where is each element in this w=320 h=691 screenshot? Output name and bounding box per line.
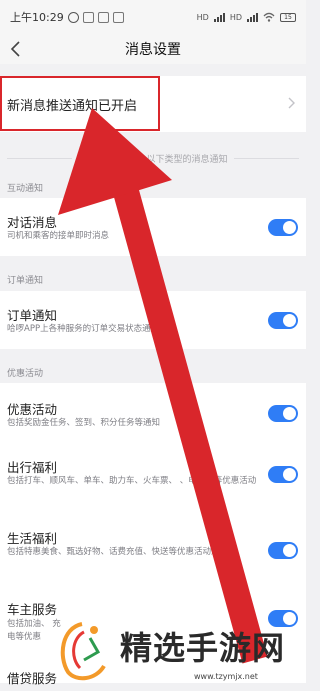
app-icon bbox=[97, 11, 109, 23]
order-toggle[interactable] bbox=[268, 312, 298, 329]
battery-icon: 15 bbox=[280, 12, 296, 22]
setting-row-chat: 对话消息 司机和乘客的接单即时消息 bbox=[0, 198, 306, 256]
page-title: 消息设置 bbox=[125, 42, 181, 58]
watermark-text: 精选手游网 bbox=[120, 628, 286, 667]
nav-bar: 消息设置 bbox=[0, 34, 306, 64]
setting-desc: 包括打车、顺风车、单车、助力车、火车票、 、电动车等优惠活动 bbox=[7, 476, 257, 486]
setting-desc: 哈啰APP上各种服务的订单交易状态通知 bbox=[7, 324, 160, 334]
chat-toggle[interactable] bbox=[268, 219, 298, 236]
promo-toggle[interactable] bbox=[268, 405, 298, 422]
setting-title: 生活福利 bbox=[7, 531, 58, 546]
section-tip-text-left: 您可 bbox=[78, 154, 97, 165]
watermark-url: www.tzymjx.net bbox=[194, 672, 258, 681]
signal-icon bbox=[247, 12, 258, 22]
section-tip-text-right: 以下类型的消息通知 bbox=[146, 154, 228, 165]
group-title-promo: 优惠活动 bbox=[7, 369, 44, 379]
status-time: 上午10:29 bbox=[10, 11, 64, 24]
notification-icon bbox=[112, 11, 124, 23]
watermark: 精选手游网 www.tzymjx.net bbox=[54, 610, 306, 691]
network-label: HD bbox=[196, 12, 209, 22]
app-icon bbox=[82, 11, 94, 23]
status-bar: 上午10:29 HD HD 15 bbox=[0, 0, 306, 34]
signal-icon bbox=[213, 12, 225, 22]
setting-title: 借贷服务 bbox=[7, 671, 58, 686]
group-title-interact: 互动通知 bbox=[7, 184, 44, 194]
setting-title: 优惠活动 bbox=[7, 402, 58, 417]
chevron-right-icon bbox=[288, 97, 295, 109]
travel-toggle[interactable] bbox=[268, 466, 298, 483]
setting-desc: 包括特惠美食、甄选好物、话费充值、快送等优惠活动通知 bbox=[7, 547, 229, 557]
highlight-box bbox=[0, 76, 160, 131]
wifi-icon bbox=[263, 12, 275, 22]
alarm-icon bbox=[67, 11, 79, 23]
network-label: HD bbox=[229, 12, 242, 22]
back-icon[interactable] bbox=[6, 38, 28, 60]
divider bbox=[233, 157, 299, 159]
setting-title: 车主服务 bbox=[7, 602, 58, 617]
setting-row-order: 订单通知 哈啰APP上各种服务的订单交易状态通知 bbox=[0, 291, 306, 349]
setting-desc: 包括奖励金任务、签到、积分任务等通知 bbox=[7, 418, 161, 428]
setting-desc: 司机和乘客的接单即时消息 bbox=[7, 231, 110, 241]
divider bbox=[7, 157, 73, 159]
section-tip: 您可 以下类型的消息通知 bbox=[0, 150, 306, 166]
watermark-logo-icon bbox=[60, 621, 106, 680]
setting-title: 订单通知 bbox=[7, 308, 58, 323]
setting-title: 出行福利 bbox=[7, 460, 58, 475]
setting-title: 对话消息 bbox=[7, 215, 58, 230]
life-toggle[interactable] bbox=[268, 542, 298, 559]
group-title-order: 订单通知 bbox=[7, 276, 44, 286]
